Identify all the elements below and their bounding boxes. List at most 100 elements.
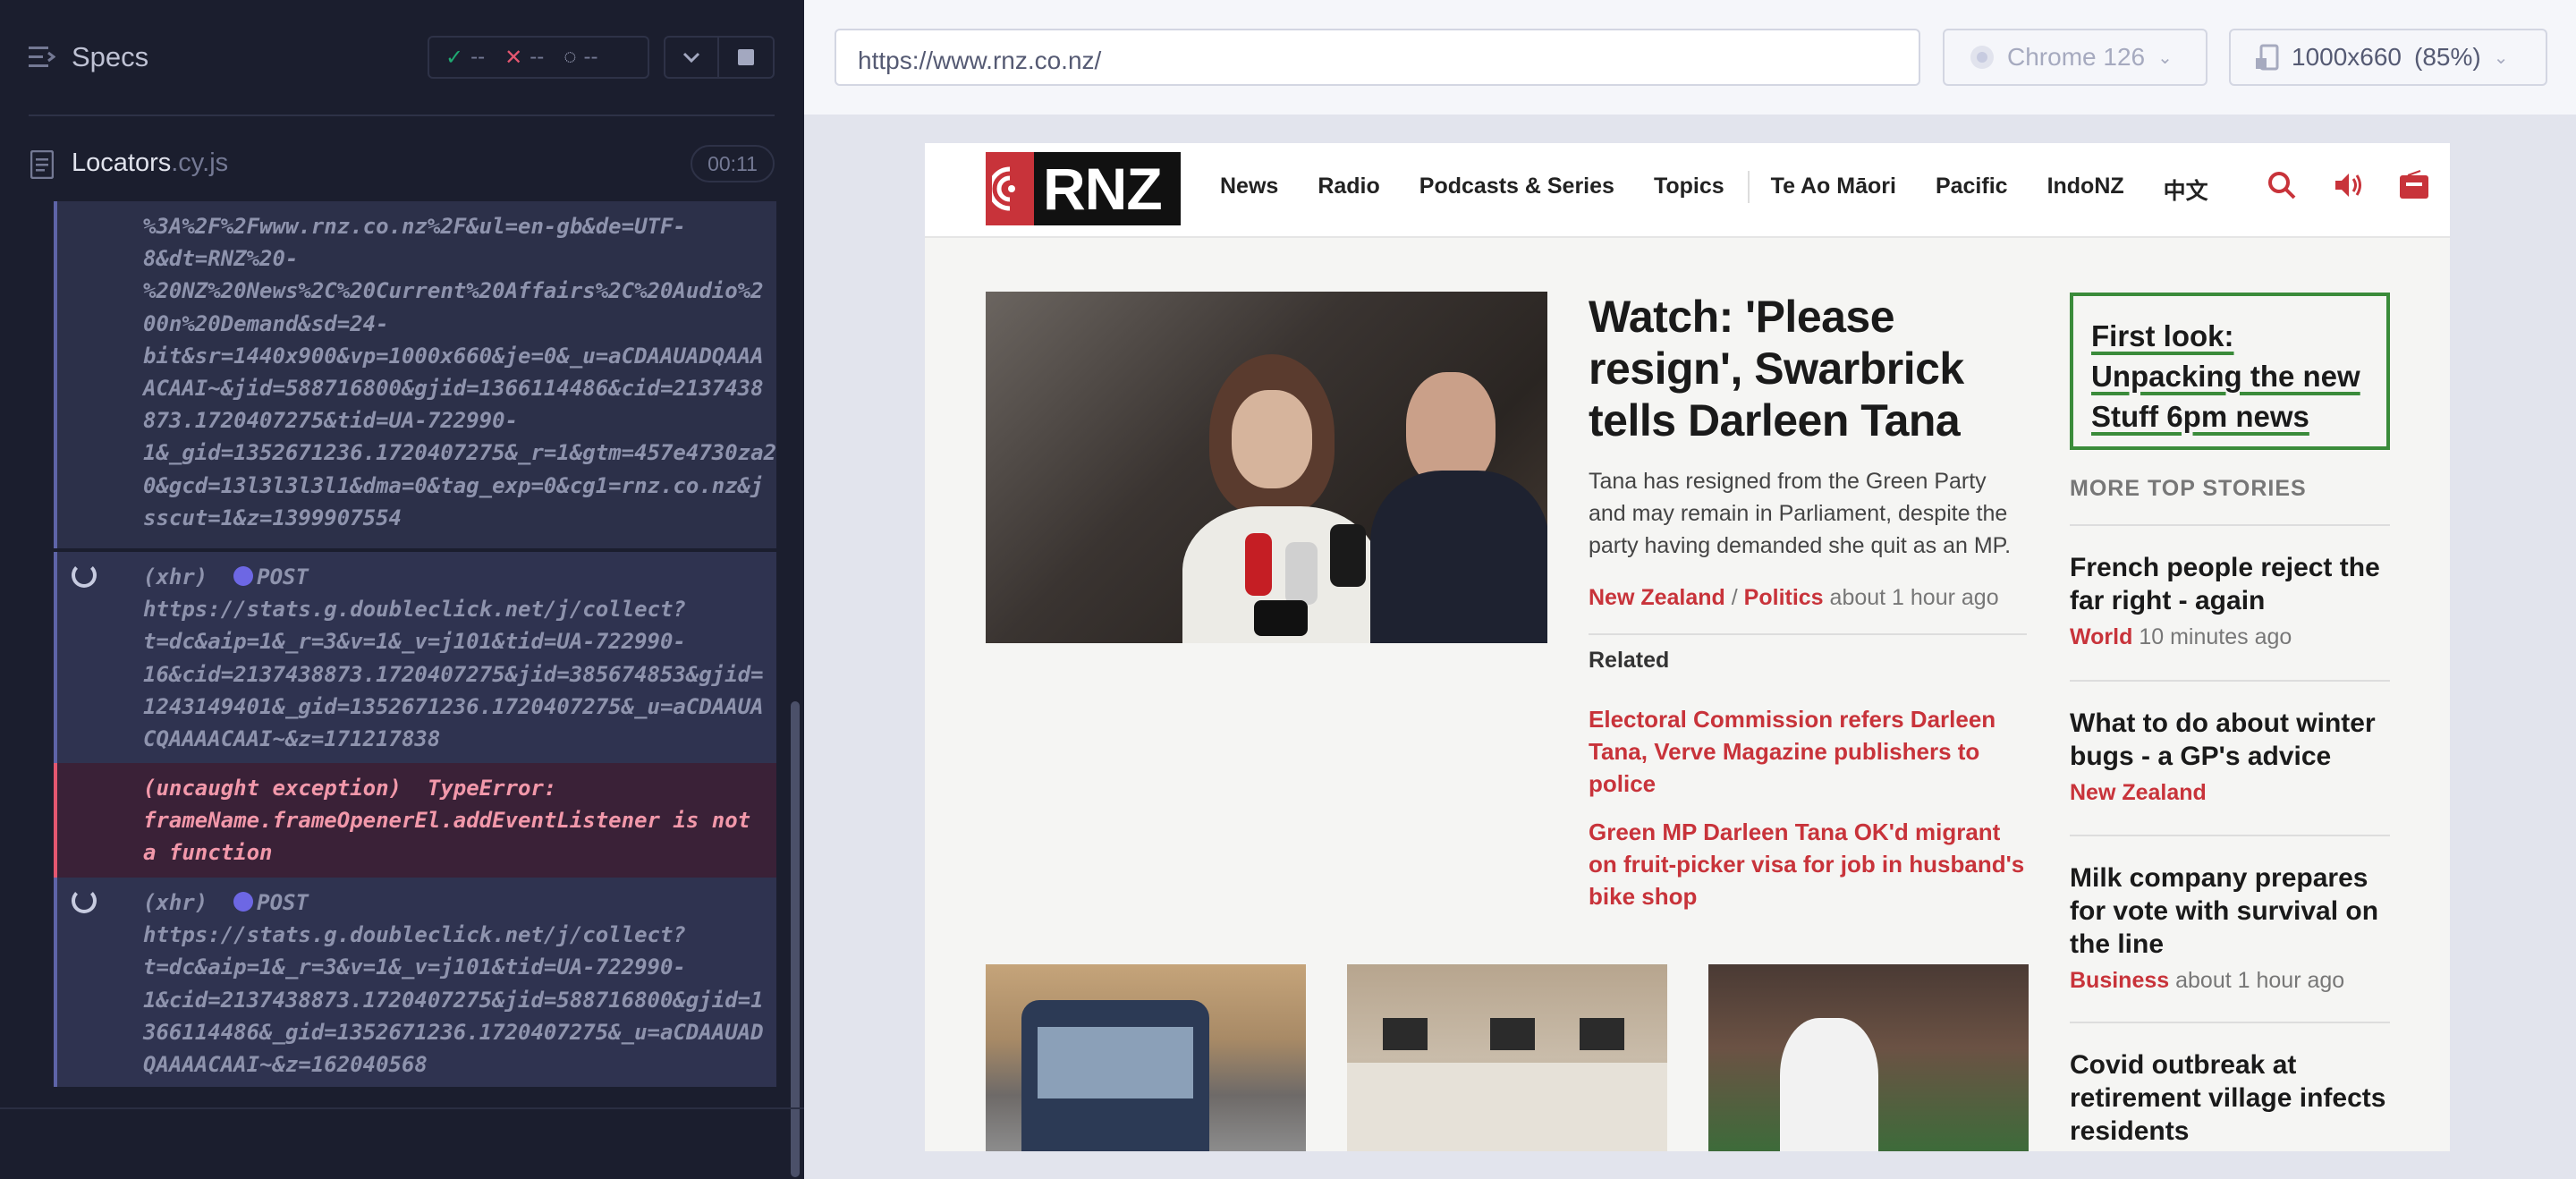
top-story[interactable]: Covid outbreak at retirement village inf… [2070, 1022, 2390, 1148]
stop-button[interactable] [719, 36, 775, 79]
spec-file-basename: Locators [72, 148, 172, 177]
divider [0, 1107, 804, 1109]
nav-te-ao-maori[interactable]: Te Ao Māori [1771, 174, 1896, 206]
nav-podcasts-series[interactable]: Podcasts & Series [1419, 174, 1614, 206]
http-method: POST [257, 564, 309, 590]
search-icon[interactable] [2267, 170, 2297, 200]
lead-headline[interactable]: Watch: 'Please resign', Swarbrick tells … [1589, 291, 2036, 446]
log-entry-text: (xhr) POST https://stats.g.doubleclick.n… [143, 561, 764, 755]
xhr-url: https://stats.g.doubleclick.net/j/collec… [143, 922, 764, 1078]
url-bar[interactable]: https://www.rnz.co.nz/ [835, 29, 1920, 86]
promo-line: Stuff 6pm news [2091, 400, 2309, 433]
pending-circle-icon: ◌ [564, 45, 577, 69]
loading-spinner-icon [72, 888, 97, 913]
app-under-test: https://www.rnz.co.nz/ Chrome 126 ⌄ 1000… [804, 0, 2576, 1179]
image-figure [1580, 1018, 1624, 1050]
image-figure [1245, 533, 1272, 596]
image-figure [1285, 542, 1318, 605]
story-meta: New Zealand [2070, 780, 2390, 806]
status-dot-icon [233, 566, 254, 586]
spec-file-ext: .cy.js [171, 148, 229, 177]
main-nav: News Radio Podcasts & Series Topics Te A… [1220, 171, 2248, 206]
story-thumbnail[interactable] [1347, 964, 1667, 1151]
spec-file-name[interactable]: Locators.cy.js [72, 148, 228, 178]
more-top-stories-heading: MORE TOP STORIES [2070, 476, 2307, 501]
radio-icon[interactable] [2399, 170, 2429, 200]
image-figure [1330, 524, 1366, 587]
category-link[interactable]: Politics [1744, 585, 1824, 610]
log-entry-xhr[interactable]: (xhr) POST https://stats.g.doubleclick.n… [54, 878, 776, 1087]
story-title[interactable]: What to do about winter bugs - a GP's ad… [2070, 707, 2390, 773]
xhr-label: (xhr) [143, 564, 234, 590]
category-link[interactable]: New Zealand [1589, 585, 1725, 610]
expand-button[interactable] [664, 36, 719, 79]
timestamp: about 1 hour ago [1829, 585, 1999, 610]
failed-stat: ✕ -- [504, 45, 544, 71]
nav-radio[interactable]: Radio [1318, 174, 1379, 206]
story-meta: Business about 1 hour ago [2070, 968, 2390, 994]
rnz-page: RNZ News Radio Podcasts & Series Topics … [925, 143, 2450, 1151]
log-scrollbar[interactable] [791, 701, 800, 1177]
browser-selector[interactable]: Chrome 126 ⌄ [1943, 29, 2207, 86]
category-link[interactable]: World [2070, 624, 2132, 649]
nav-divider [1747, 171, 1750, 203]
nav-pacific[interactable]: Pacific [1936, 174, 2008, 206]
promo-line: Unpacking the new [2091, 360, 2360, 393]
command-log[interactable]: %3A%2F%2Fwww.rnz.co.nz%2F&ul=en-gb&de=UT… [54, 201, 776, 1087]
viewport-scale: (85%) [2414, 43, 2481, 71]
top-story[interactable]: What to do about winter bugs - a GP's ad… [2070, 680, 2390, 806]
timestamp: about 1 hour ago [2175, 968, 2345, 993]
image-figure [1347, 1063, 1667, 1151]
entry-indicator [54, 878, 57, 1087]
promo-line: First look: [2091, 319, 2234, 352]
rnz-logo[interactable]: RNZ [986, 152, 1181, 225]
category-link[interactable]: Business [2070, 968, 2169, 993]
image-figure [1490, 1018, 1535, 1050]
rnz-logo-text: RNZ [1043, 156, 1163, 222]
image-figure [1232, 390, 1312, 488]
log-entry-exception[interactable]: (uncaught exception) TypeError: frameNam… [54, 763, 776, 878]
story-meta: World 10 minutes ago [2070, 624, 2390, 650]
pending-stat: ◌ -- [564, 45, 597, 70]
image-figure [1383, 1018, 1428, 1050]
rnz-logo-mark-icon [986, 152, 1034, 225]
nav-indonz[interactable]: IndoNZ [2047, 174, 2124, 206]
specs-header: Specs ✓ -- ✕ -- ◌ -- [0, 0, 804, 116]
divider [29, 115, 775, 116]
lead-story-image[interactable] [986, 292, 1547, 643]
viewport-selector[interactable]: 1000x660 (85%) ⌄ [2229, 29, 2547, 86]
nav-news[interactable]: News [1220, 174, 1278, 206]
top-story[interactable]: French people reject the far right - aga… [2070, 524, 2390, 650]
speaker-icon[interactable] [2333, 170, 2363, 200]
xhr-label: (xhr) [143, 890, 234, 915]
chevron-down-icon: ⌄ [2493, 47, 2509, 68]
failed-count: -- [530, 45, 545, 69]
story-title[interactable]: Milk company prepares for vote with surv… [2070, 861, 2390, 961]
nav-chinese[interactable]: 中文 [2164, 174, 2208, 206]
story-title[interactable]: Covid outbreak at retirement village inf… [2070, 1048, 2390, 1148]
related-link[interactable]: Green MP Darleen Tana OK'd migrant on fr… [1589, 816, 2027, 912]
story-thumbnail[interactable] [1708, 964, 2029, 1151]
category-link[interactable]: New Zealand [2070, 780, 2207, 805]
check-icon: ✓ [445, 45, 464, 70]
story-thumbnail[interactable] [986, 964, 1306, 1151]
log-entry-xhr[interactable]: (xhr) POST https://stats.g.doubleclick.n… [54, 552, 776, 763]
loading-spinner-icon [72, 563, 97, 588]
pending-count: -- [583, 45, 598, 69]
x-icon: ✕ [504, 45, 523, 70]
related-link[interactable]: Electoral Commission refers Darleen Tana… [1589, 703, 2027, 800]
lead-summary: Tana has resigned from the Green Party a… [1589, 469, 2012, 558]
specs-menu-icon[interactable] [29, 45, 55, 70]
passed-stat: ✓ -- [445, 45, 485, 71]
log-entry[interactable]: %3A%2F%2Fwww.rnz.co.nz%2F&ul=en-gb&de=UT… [54, 201, 776, 548]
story-title[interactable]: French people reject the far right - aga… [2070, 551, 2390, 617]
aut-toolbar: https://www.rnz.co.nz/ Chrome 126 ⌄ 1000… [804, 0, 2576, 115]
related-label: Related [1589, 648, 1670, 673]
spec-duration: 00:11 [691, 145, 775, 182]
nav-topics[interactable]: Topics [1654, 174, 1724, 206]
specs-title[interactable]: Specs [72, 41, 148, 73]
image-figure [1370, 471, 1547, 643]
top-story[interactable]: Milk company prepares for vote with surv… [2070, 835, 2390, 994]
promo-box[interactable]: First look: Unpacking the new Stuff 6pm … [2070, 293, 2390, 450]
divider [1589, 633, 2027, 635]
